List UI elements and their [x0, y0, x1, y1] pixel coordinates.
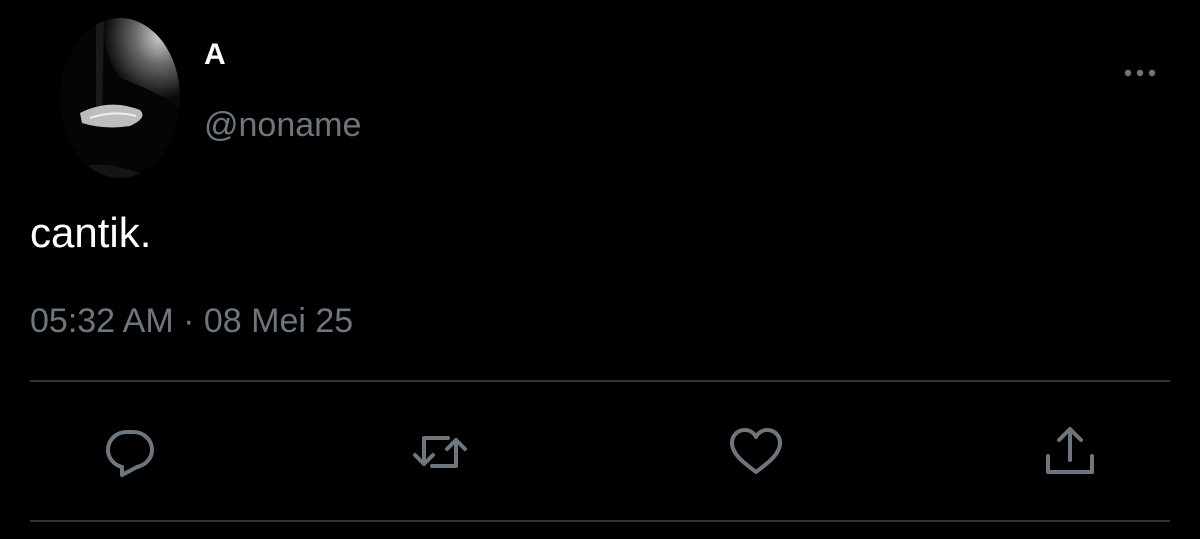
tweet-timestamp[interactable]: 05:32 AM · 08 Mei 25	[30, 304, 353, 338]
more-options-button[interactable]	[1118, 60, 1162, 86]
share-button[interactable]	[1040, 424, 1100, 480]
reply-button[interactable]	[100, 424, 160, 480]
user-handle[interactable]: @noname	[204, 108, 361, 142]
divider	[30, 520, 1170, 522]
retweet-button[interactable]	[410, 424, 470, 480]
action-bar	[0, 424, 1200, 484]
tweet-text: cantik.	[30, 209, 152, 256]
avatar[interactable]	[60, 18, 180, 178]
divider	[30, 380, 1170, 382]
avatar-image	[60, 18, 180, 178]
tweet-card: A @noname cantik. 05:32 AM · 08 Mei 25	[0, 0, 1200, 539]
share-icon	[1046, 427, 1094, 474]
reply-icon	[106, 430, 154, 477]
heart-icon	[730, 428, 782, 474]
more-horizontal-icon	[1124, 69, 1156, 77]
like-button[interactable]	[726, 424, 786, 480]
retweet-icon	[413, 436, 467, 468]
display-name[interactable]: A	[204, 40, 226, 70]
